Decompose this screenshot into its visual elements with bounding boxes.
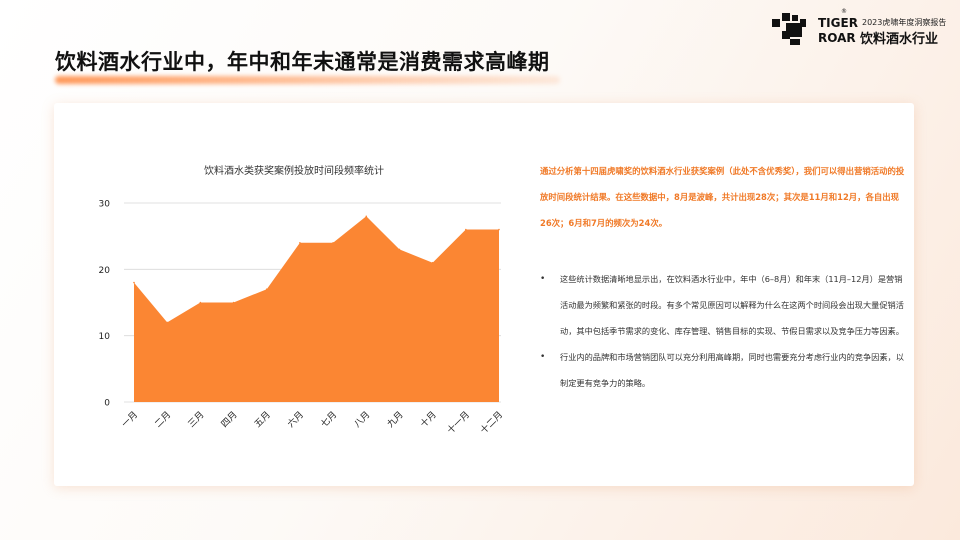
data-point [299,242,301,244]
report-title: 饮料酒水行业 [860,32,939,47]
data-point [498,228,500,231]
page-title: 饮料酒水行业中，年中和年末通常是消费需求高峰期 [55,50,550,74]
data-point [265,288,268,291]
chart-title: 饮料酒水类获奖案例投放时间段频率统计 [204,164,384,177]
report-subtitle: 2023虎啸年度洞察报告 [862,18,947,27]
x-axis-labels: 一月 二月 三月 四月 五月 六月 七月 八月 九月 十月 十一月 十二月 [120,409,506,437]
series-area [134,216,499,402]
x-tick-label: 二月 [153,409,174,430]
y-tick-label: 10 [99,332,111,342]
x-tick-label: 十一月 [444,409,472,437]
brand-name: TIGER ROAR [818,16,858,46]
registered-mark: ® [841,8,847,15]
x-tick-label: 十月 [418,409,439,430]
data-point [332,242,334,244]
y-tick-label: 30 [99,200,111,210]
x-tick-label: 四月 [219,409,240,430]
y-tick-label: 0 [104,399,110,409]
data-point [232,301,235,304]
brand-line-1: TIGER [818,16,858,30]
area-chart: 饮料酒水类获奖案例投放时间段频率统计 0 10 20 30 一月 二月 三月 四月 五月 六月 七月… [99,164,506,437]
x-tick-label: 一月 [120,409,141,430]
x-tick-label: 七月 [319,409,340,430]
x-tick-label: 六月 [285,409,306,430]
brand-line-2: ROAR [818,31,856,45]
x-tick-label: 八月 [352,409,373,430]
bullet-list: 这些统计数据清晰地显示出，在饮料酒水行业中，年中（6–8月）和年末（11月–12… [540,266,905,396]
x-tick-label: 九月 [385,409,406,430]
x-tick-label: 三月 [186,409,207,430]
data-point [133,281,135,284]
data-point [365,215,368,218]
data-point [199,301,202,304]
bullet-item: 这些统计数据清晰地显示出，在饮料酒水行业中，年中（6–8月）和年末（11月–12… [540,266,905,344]
y-axis-labels: 0 10 20 30 [99,200,111,409]
x-tick-label: 十二月 [478,409,506,437]
data-point [398,248,401,251]
content-card: 饮料酒水类获奖案例投放时间段频率统计 0 10 20 30 一月 二月 三月 四月 五月 六月 七月… [54,103,914,486]
data-point [166,321,168,324]
y-tick-label: 20 [99,266,111,276]
highlight-paragraph: 通过分析第十四届虎啸奖的饮料酒水行业获奖案例（此处不含优秀奖），我们可以得出营销… [540,166,905,228]
bullet-item: 行业内的品牌和市场营销团队可以充分利用高峰期，同时也需要充分考虑行业内的竞争因素… [540,344,905,396]
data-point [431,261,434,264]
x-tick-label: 五月 [252,409,273,430]
data-point [465,228,467,231]
